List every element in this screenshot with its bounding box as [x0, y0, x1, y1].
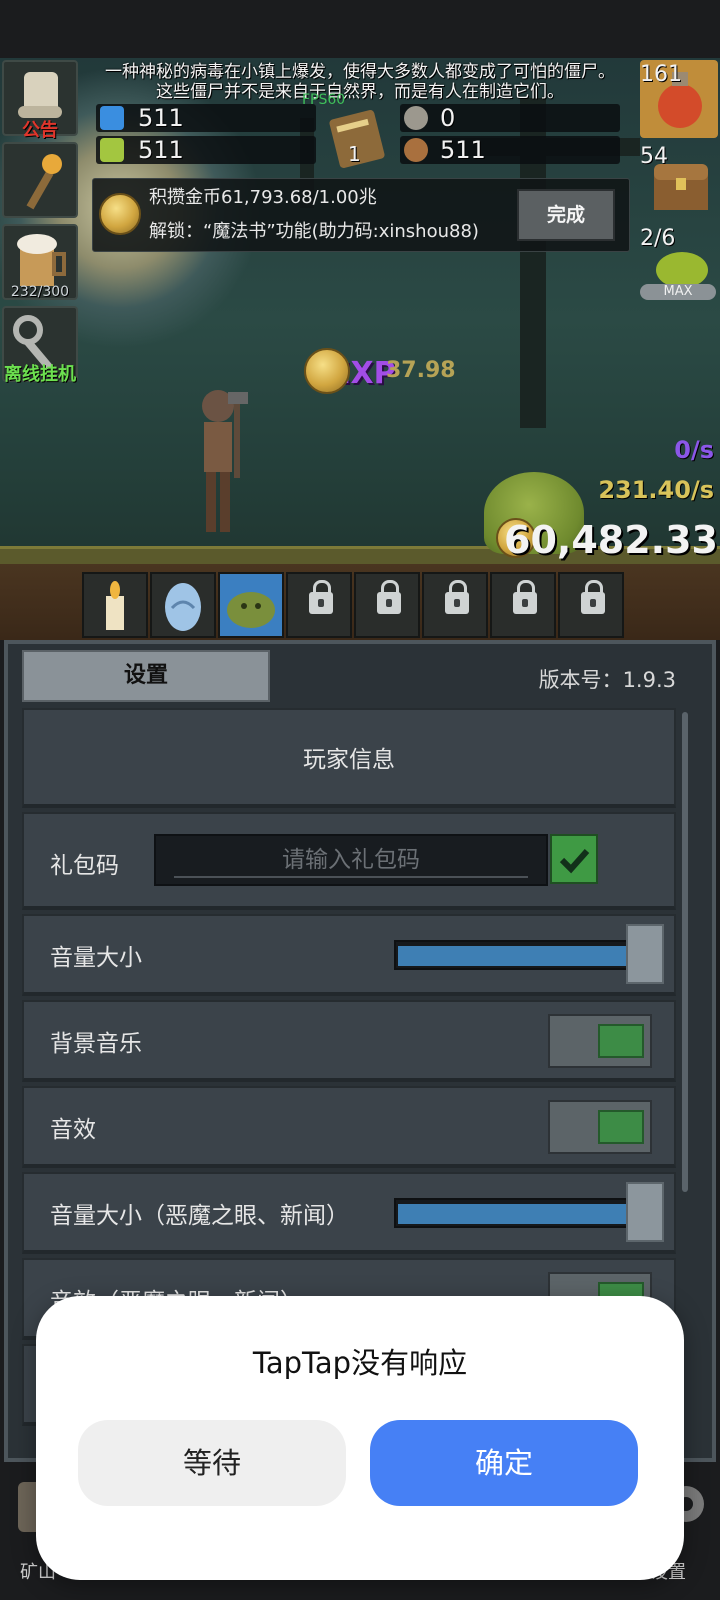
skill-slot-egg[interactable] [150, 572, 216, 638]
ok-button[interactable]: 确定 [370, 1420, 638, 1506]
notice-line-1: 一种神秘的病毒在小镇上爆发，使得大多数人都变成了可怕的僵尸。 [105, 62, 615, 82]
lock-icon [581, 580, 605, 614]
slime-icon [227, 592, 275, 628]
silver-ore-counter: 0 [400, 104, 620, 132]
sfx-label: 音效 [50, 1117, 96, 1143]
bronze-ore-value: 511 [440, 136, 486, 164]
notice-line-2: 这些僵尸并不是来自于自然界，而是有人在制造它们。 [156, 82, 564, 102]
gift-code-row: 礼包码 请输入礼包码 [22, 812, 676, 910]
volume-label: 音量大小 [50, 945, 142, 971]
sfx-row: 音效 [22, 1086, 676, 1168]
volume2-row: 音量大小（恶魔之眼、新闻） [22, 1172, 676, 1254]
sfx-toggle[interactable] [548, 1100, 652, 1154]
rate-gold: 231.40/s [598, 476, 714, 504]
announcement-label: 公告 [22, 120, 58, 141]
bronze-ore-icon [404, 138, 428, 162]
bronze-ore-counter: 511 [400, 136, 620, 164]
game-scene[interactable]: EXP 37.98 0/s 231.40/s 60,482.33 一种神秘的病毒… [0, 58, 720, 640]
anr-dialog: TapTap没有响应 等待 确定 [36, 1296, 684, 1580]
version-info: 版本号：1.9.3 [539, 664, 676, 694]
lock-icon [377, 580, 401, 614]
settings-tab[interactable]: 设置 [22, 650, 270, 702]
offline-idle-label: 离线挂机 [4, 364, 76, 385]
bgm-toggle-knob [598, 1024, 644, 1058]
coin-icon [304, 348, 350, 394]
wait-button[interactable]: 等待 [78, 1420, 346, 1506]
skill-slot-candle[interactable] [82, 572, 148, 638]
player-info-label: 玩家信息 [303, 747, 395, 773]
version-label: 版本号： [538, 668, 623, 692]
settings-scrollbar[interactable] [682, 712, 688, 1192]
candle-icon [106, 581, 124, 630]
green-potion-counter: 511 [96, 136, 316, 164]
torch-icon [26, 154, 62, 210]
skill-slot-locked[interactable] [490, 572, 556, 638]
coin-icon [99, 193, 141, 235]
beer-counter: 232/300 [10, 284, 70, 300]
egg-icon [165, 583, 201, 631]
lock-icon [309, 580, 333, 614]
max-badge: MAX [640, 284, 716, 300]
lock-icon [445, 580, 469, 614]
gift-code-submit-button[interactable] [550, 834, 598, 884]
hero-sprite [202, 390, 248, 532]
sfx-toggle-knob [598, 1110, 644, 1144]
silver-ore-icon [404, 106, 428, 130]
story-notice: 一种神秘的病毒在小镇上爆发，使得大多数人都变成了可怕的僵尸。 这些僵尸并不是来自… [80, 62, 640, 102]
volume-slider-track [394, 940, 638, 970]
exp-value: 37.98 [386, 358, 456, 383]
dialog-title: TapTap没有响应 [252, 1346, 468, 1380]
volume-row: 音量大小 [22, 914, 676, 996]
volume-slider-knob[interactable] [626, 924, 664, 984]
book-count: 1 [348, 142, 361, 166]
skill-slot-slime[interactable] [218, 572, 284, 638]
silver-ore-value: 0 [440, 104, 456, 132]
skill-bar [82, 572, 642, 640]
bgm-row: 背景音乐 [22, 1000, 676, 1082]
lock-icon [513, 580, 537, 614]
torch-button[interactable] [2, 142, 78, 218]
green-potion-value: 511 [138, 136, 184, 164]
potion-count: 161 [640, 62, 682, 87]
skill-slot-locked[interactable] [286, 572, 352, 638]
volume2-slider-knob[interactable] [626, 1182, 664, 1242]
bgm-toggle[interactable] [548, 1014, 652, 1068]
green-potion-icon [100, 138, 124, 162]
version-value: 1.9.3 [622, 668, 676, 692]
chest-count: 54 [640, 144, 668, 169]
checkmark-icon [559, 849, 590, 874]
quest-complete-button[interactable]: 完成 [517, 189, 615, 241]
volume2-slider-track [394, 1198, 638, 1228]
blue-potion-value: 511 [138, 104, 184, 132]
gift-code-input[interactable]: 请输入礼包码 [154, 834, 548, 886]
volume2-slider[interactable] [394, 1182, 664, 1242]
volume-slider[interactable] [394, 924, 664, 984]
status-bar [0, 0, 720, 58]
rate-purple: 0/s [674, 436, 714, 464]
skill-slot-locked[interactable] [354, 572, 420, 638]
bgm-label: 背景音乐 [50, 1031, 142, 1057]
gold-total: 60,482.33 [504, 518, 718, 562]
quest-progress: 积攒金币61,793.68/1.00兆 [149, 187, 377, 208]
gift-code-label: 礼包码 [50, 853, 119, 879]
slime-count: 2/6 [640, 226, 676, 251]
volume2-slider-fill [398, 1204, 634, 1224]
skill-slot-locked[interactable] [558, 572, 624, 638]
volume2-label: 音量大小（恶魔之眼、新闻） [50, 1203, 349, 1229]
quest-panel: 积攒金币61,793.68/1.00兆 解锁：“魔法书”功能(助力码:xinsh… [92, 178, 630, 252]
blue-potion-counter: 511 [96, 104, 316, 132]
player-info-button[interactable]: 玩家信息 [22, 708, 676, 808]
quest-unlock: 解锁：“魔法书”功能(助力码:xinshou88) [149, 221, 479, 242]
volume-slider-fill [398, 946, 634, 966]
skill-slot-locked[interactable] [422, 572, 488, 638]
blue-potion-icon [100, 106, 124, 130]
